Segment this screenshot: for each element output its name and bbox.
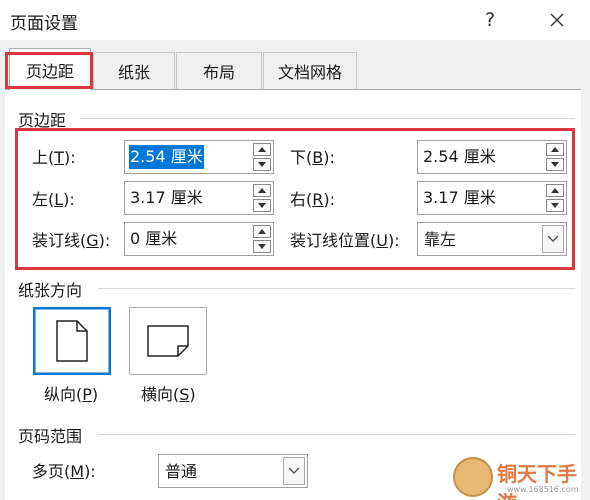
up-arrow-icon <box>258 147 266 152</box>
site-watermark: 铜天下手游 www.168516.com <box>445 455 590 500</box>
gutter-value[interactable]: 0 厘米 <box>129 227 178 251</box>
spin-down-button[interactable] <box>253 158 271 171</box>
top-margin-label: 上(T): <box>32 148 76 167</box>
top-margin-spinbox[interactable]: 2.54 厘米 <box>124 140 274 174</box>
spin-down-button[interactable] <box>546 199 564 212</box>
bottom-margin-label: 下(B): <box>290 148 335 167</box>
right-margin-value[interactable]: 3.17 厘米 <box>422 186 497 210</box>
pages-group-title: 页码范围 <box>18 427 83 446</box>
up-arrow-icon <box>551 188 559 193</box>
down-arrow-icon <box>551 203 559 208</box>
close-icon <box>550 13 564 27</box>
help-icon: ? <box>484 9 496 31</box>
chevron-down-icon <box>547 235 559 242</box>
tab-label: 页边距 <box>25 61 74 81</box>
close-button[interactable] <box>535 4 579 36</box>
bottom-margin-spinbox[interactable]: 2.54 厘米 <box>417 140 567 174</box>
right-margin-spinbox[interactable]: 3.17 厘米 <box>417 181 567 215</box>
multiple-pages-select[interactable]: 普通 <box>158 454 308 488</box>
landscape-page-icon <box>147 325 189 357</box>
spin-up-button[interactable] <box>253 143 271 156</box>
gutter-position-label: 装订线位置(U): <box>290 231 400 250</box>
spin-down-button[interactable] <box>253 199 271 212</box>
spin-up-button[interactable] <box>546 184 564 197</box>
top-margin-value[interactable]: 2.54 厘米 <box>129 145 204 169</box>
title-bar: 页面设置 ? <box>0 0 590 40</box>
multiple-pages-value: 普通 <box>165 462 198 481</box>
tab-document-grid[interactable]: 文档网格 <box>263 52 357 89</box>
orientation-group-title: 纸张方向 <box>18 281 83 300</box>
portrait-page-icon <box>56 320 88 362</box>
group-divider <box>98 288 575 289</box>
left-margin-value[interactable]: 3.17 厘米 <box>129 186 204 210</box>
spin-down-button[interactable] <box>253 240 271 253</box>
bottom-margin-value[interactable]: 2.54 厘米 <box>422 145 497 169</box>
spin-down-button[interactable] <box>546 158 564 171</box>
right-margin-label: 右(R): <box>290 190 336 209</box>
gutter-label: 装订线(G): <box>32 231 111 250</box>
tab-label: 布局 <box>202 63 235 82</box>
up-arrow-icon <box>258 229 266 234</box>
tab-margins[interactable]: 页边距 <box>9 48 91 90</box>
gutter-position-select[interactable]: 靠左 <box>417 222 567 256</box>
gutter-spinbox[interactable]: 0 厘米 <box>124 222 274 256</box>
dropdown-button[interactable] <box>283 457 305 485</box>
help-button[interactable]: ? <box>470 4 510 36</box>
chevron-down-icon <box>288 467 300 474</box>
coin-logo-icon <box>453 457 493 497</box>
tab-paper[interactable]: 纸张 <box>93 52 175 89</box>
spin-up-button[interactable] <box>253 225 271 238</box>
down-arrow-icon <box>258 203 266 208</box>
portrait-button[interactable] <box>33 307 111 375</box>
spin-up-button[interactable] <box>253 184 271 197</box>
tab-strip: 页边距 纸张 布局 文档网格 <box>0 40 590 90</box>
tab-label: 文档网格 <box>277 63 342 82</box>
left-margin-spinbox[interactable]: 3.17 厘米 <box>124 181 274 215</box>
left-margin-label: 左(L): <box>32 190 75 209</box>
dropdown-button[interactable] <box>542 225 564 253</box>
up-arrow-icon <box>551 147 559 152</box>
watermark-url: www.168516.com <box>507 485 579 494</box>
landscape-label: 横向(S) <box>141 385 196 404</box>
dialog-title: 页面设置 <box>10 14 78 34</box>
spin-up-button[interactable] <box>546 143 564 156</box>
down-arrow-icon <box>258 244 266 249</box>
tab-label: 纸张 <box>117 63 150 82</box>
portrait-label: 纵向(P) <box>44 385 99 404</box>
down-arrow-icon <box>258 162 266 167</box>
landscape-button[interactable] <box>129 307 207 375</box>
down-arrow-icon <box>551 162 559 167</box>
tab-layout[interactable]: 布局 <box>176 52 262 89</box>
group-divider <box>80 118 575 119</box>
gutter-position-value: 靠左 <box>424 230 457 249</box>
group-divider <box>98 434 575 435</box>
multiple-pages-label: 多页(M): <box>32 462 96 481</box>
up-arrow-icon <box>258 188 266 193</box>
